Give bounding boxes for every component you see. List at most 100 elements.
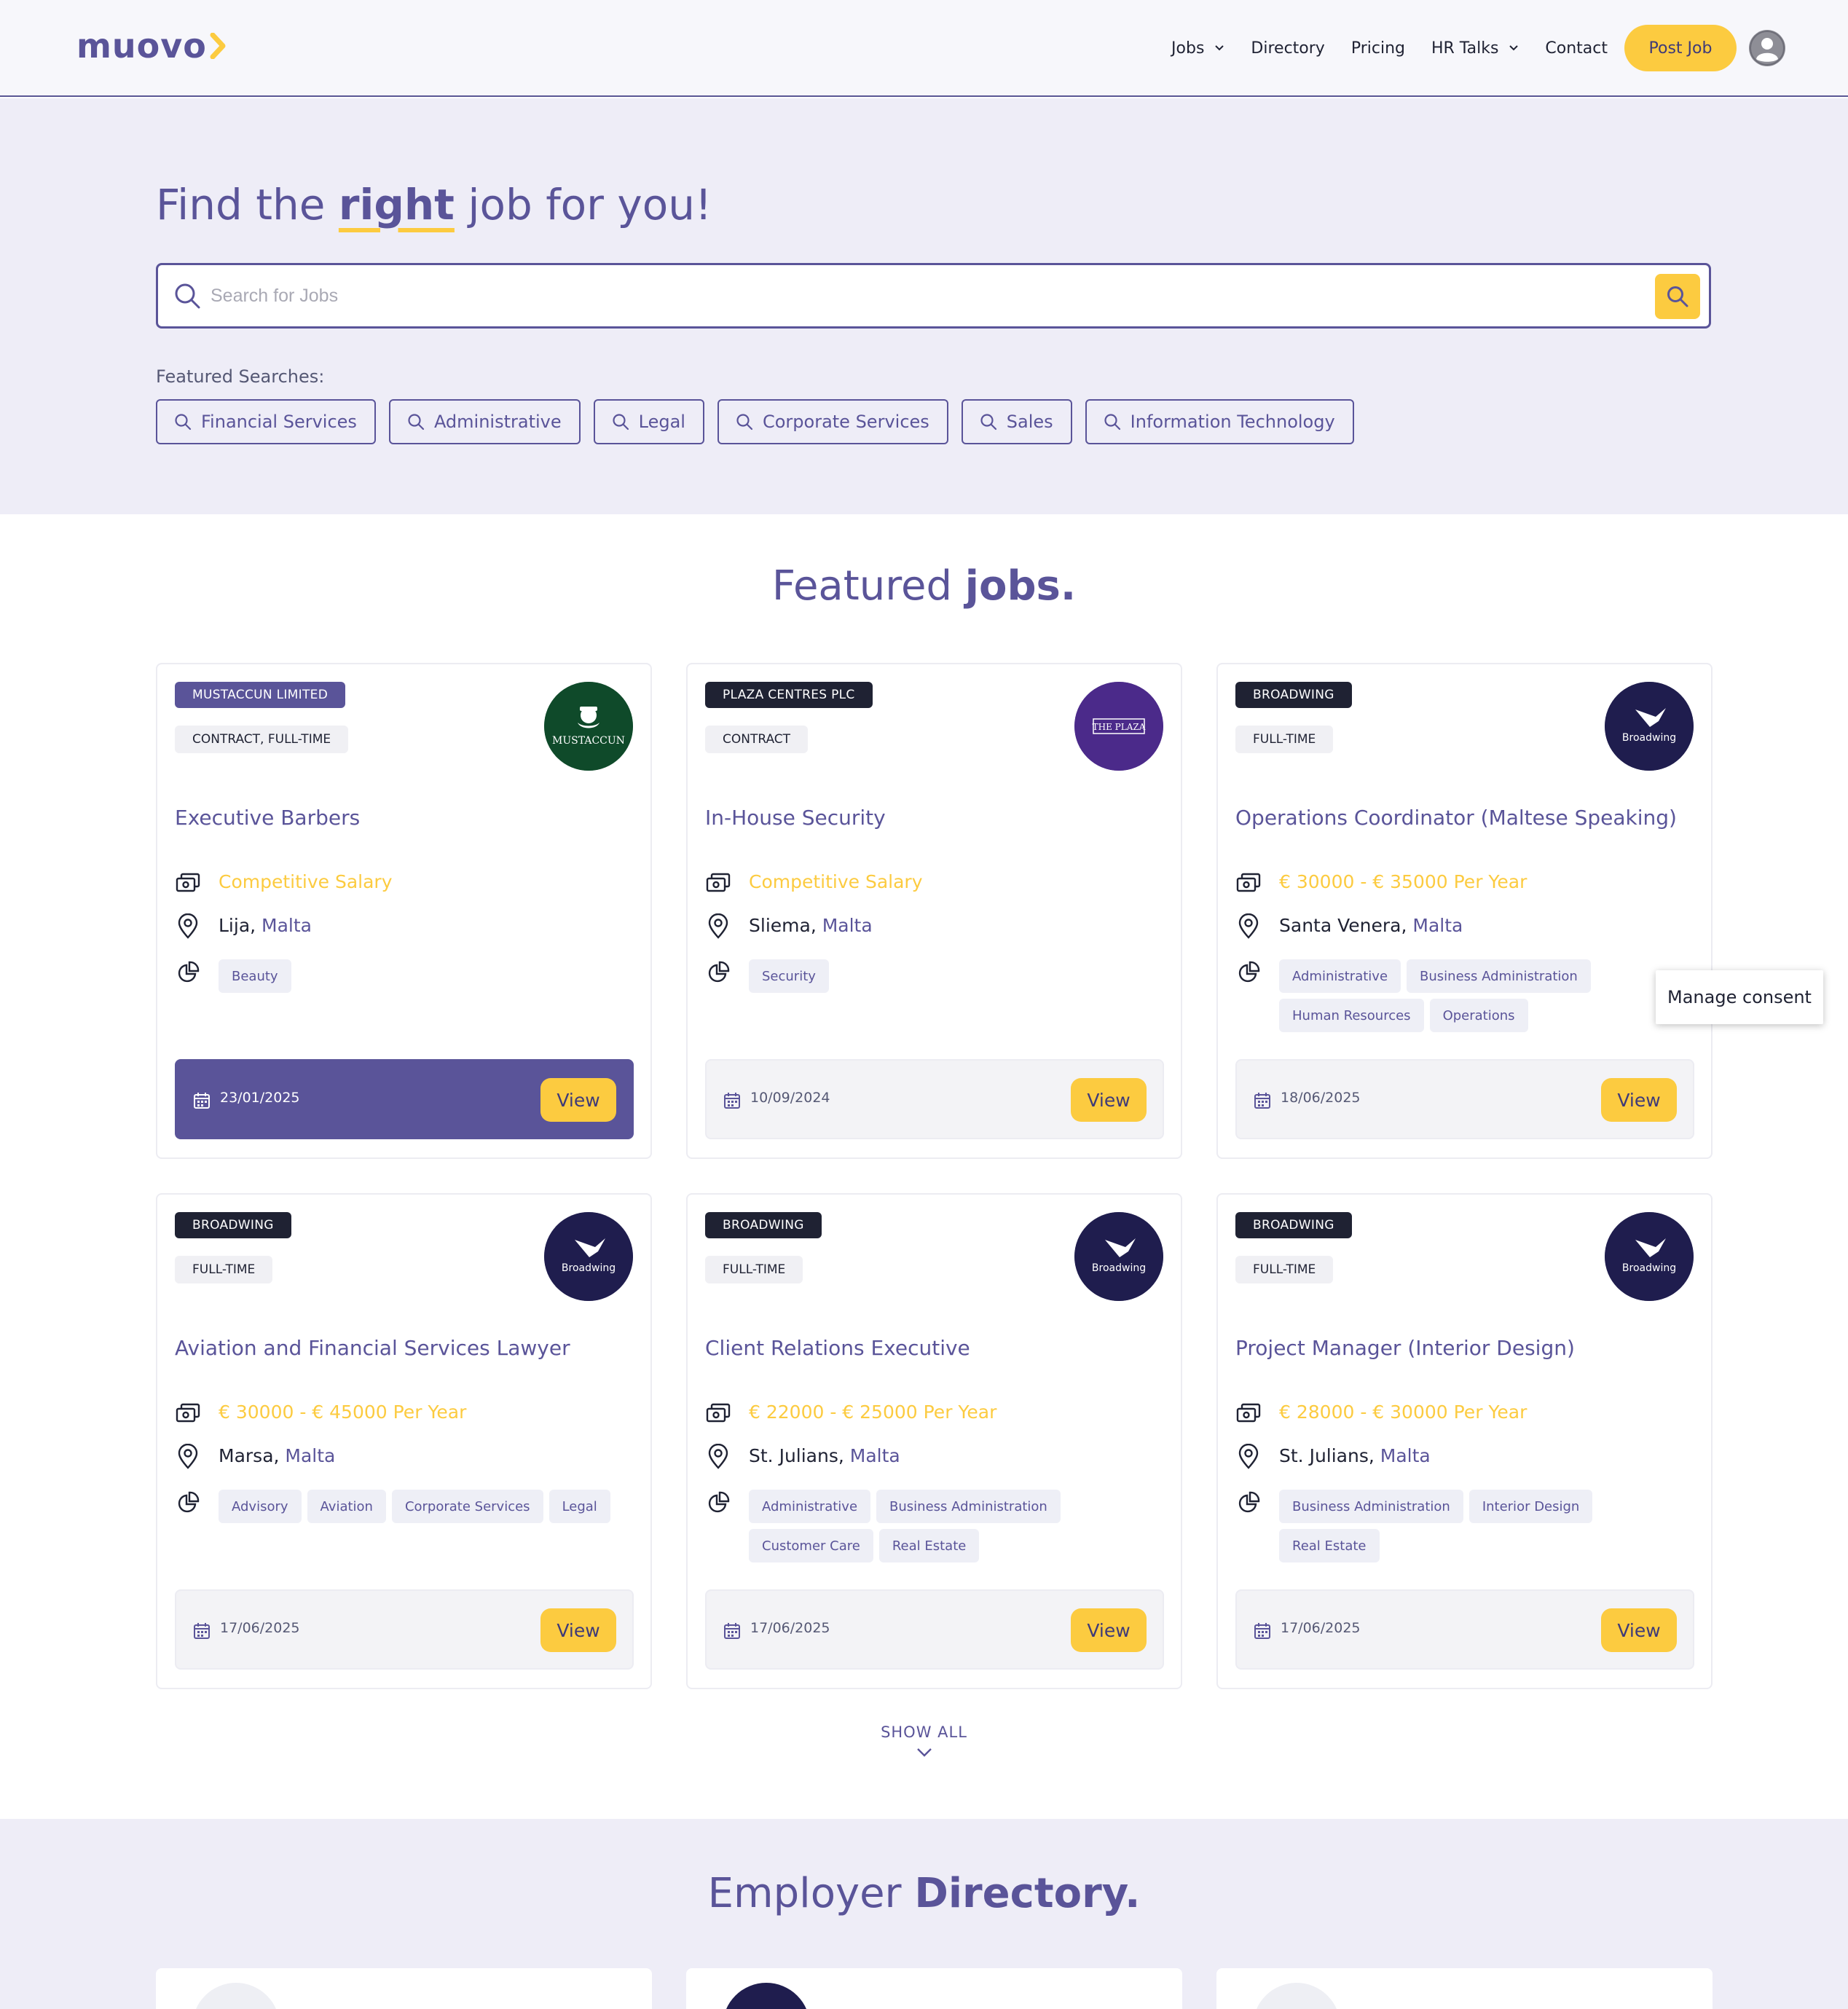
job-title[interactable]: Executive Barbers — [175, 806, 634, 830]
job-salary: € 30000 - € 45000 Per Year — [219, 1401, 467, 1423]
site-header: muovo Jobs Directory Pricing HR Talks Co… — [0, 0, 1848, 97]
category-pie-icon — [1238, 961, 1260, 983]
job-tag[interactable]: Security — [749, 959, 829, 993]
nav-label: Directory — [1251, 39, 1325, 58]
company-logo: MUSTACCUN — [544, 682, 633, 771]
view-job-button[interactable]: View — [1071, 1608, 1147, 1652]
job-tag[interactable]: Interior Design — [1468, 1490, 1593, 1523]
calendar-icon — [194, 1093, 210, 1109]
post-job-button[interactable]: Post Job — [1624, 25, 1737, 71]
job-tag[interactable]: Customer Care — [749, 1529, 873, 1562]
job-date: 17/06/2025 — [750, 1620, 830, 1636]
featured-search-chip[interactable]: Information Technology — [1085, 399, 1354, 444]
job-date: 18/06/2025 — [1281, 1090, 1361, 1106]
employer-card[interactable] — [1216, 1968, 1713, 2009]
user-avatar-icon[interactable] — [1749, 30, 1785, 66]
featured-search-chip[interactable]: Sales — [961, 399, 1072, 444]
company-badge: BROADWING — [1235, 682, 1352, 708]
view-job-button[interactable]: View — [540, 1078, 616, 1122]
job-type-badge: FULL-TIME — [1235, 726, 1334, 753]
job-card[interactable]: BROADWING FULL-TIME Broadwing Operations… — [1216, 663, 1713, 1159]
person-icon — [1750, 31, 1785, 66]
featured-search-chip[interactable]: Financial Services — [156, 399, 376, 444]
job-card[interactable]: BROADWING FULL-TIME Broadwing Client Rel… — [686, 1193, 1182, 1689]
featured-searches-label: Featured Searches: — [156, 366, 325, 387]
job-tags: Advisory Aviation Corporate Services Leg… — [219, 1490, 634, 1523]
nav-item-directory[interactable]: Directory — [1251, 39, 1324, 58]
job-tag[interactable]: Administrative — [749, 1490, 871, 1523]
employer-card[interactable] — [686, 1968, 1182, 2009]
money-icon — [706, 1403, 731, 1423]
job-card[interactable]: MUSTACCUN LIMITED CONTRACT, FULL-TIME MU… — [156, 663, 652, 1159]
nav-item-pricing[interactable]: Pricing — [1351, 39, 1405, 58]
search-icon — [408, 414, 425, 430]
chevron-down-icon[interactable] — [916, 1747, 933, 1758]
job-date: 23/01/2025 — [220, 1090, 300, 1106]
job-tag[interactable]: Human Resources — [1279, 999, 1424, 1032]
employer-card[interactable] — [156, 1968, 652, 2009]
job-tag[interactable]: Legal — [548, 1490, 610, 1523]
location-pin-icon — [1238, 1444, 1259, 1469]
view-job-button[interactable]: View — [540, 1608, 616, 1652]
company-badge: BROADWING — [175, 1212, 291, 1238]
featured-jobs-title: Featured jobs. — [771, 562, 1077, 610]
broadwing-logo-icon: Broadwing — [544, 1212, 633, 1301]
search-icon — [613, 414, 629, 430]
employer-logo — [723, 1983, 810, 2009]
chevron-down-icon — [1509, 45, 1519, 51]
search-input[interactable] — [211, 275, 1595, 316]
manage-consent-button[interactable]: Manage consent — [1656, 970, 1823, 1024]
money-icon — [1236, 873, 1261, 892]
hero-section: Find the right job for you! Featured Sea… — [0, 98, 1848, 514]
job-tag[interactable]: Real Estate — [878, 1529, 980, 1562]
nav-item-hr-talks[interactable]: HR Talks — [1431, 39, 1519, 58]
job-card-footer: 17/06/2025 View — [175, 1589, 634, 1670]
company-logo: Broadwing — [1605, 1212, 1694, 1301]
job-tag[interactable]: Business Administration — [1279, 1490, 1463, 1523]
broadwing-logo-icon: Broadwing — [1605, 1212, 1694, 1301]
view-job-button[interactable]: View — [1601, 1078, 1677, 1122]
job-title[interactable]: Client Relations Executive — [705, 1336, 1164, 1360]
category-pie-icon — [1238, 1491, 1260, 1513]
job-location: St. Julians, Malta — [749, 1445, 900, 1466]
featured-search-chip[interactable]: Legal — [593, 399, 704, 444]
search-icon — [1104, 414, 1120, 430]
job-tag[interactable]: Business Administration — [876, 1490, 1061, 1523]
calendar-icon — [1254, 1623, 1270, 1639]
job-tag[interactable]: Beauty — [219, 959, 291, 993]
job-tag[interactable]: Operations — [1429, 999, 1528, 1032]
job-date: 10/09/2024 — [750, 1090, 830, 1106]
job-tag[interactable]: Real Estate — [1279, 1529, 1380, 1562]
job-tag[interactable]: Aviation — [307, 1490, 386, 1523]
muovo-logo[interactable]: muovo — [76, 24, 227, 68]
job-title[interactable]: In-House Security — [705, 806, 1164, 830]
employer-directory-section: Employer Directory. — [0, 1819, 1848, 2009]
job-tag[interactable]: Corporate Services — [391, 1490, 543, 1523]
show-all-link[interactable]: SHOW ALL — [0, 1723, 1848, 1741]
job-location: Sliema, Malta — [749, 915, 873, 936]
search-submit-button[interactable] — [1655, 274, 1700, 319]
search-icon — [175, 283, 200, 309]
job-title[interactable]: Operations Coordinator (Maltese Speaking… — [1235, 806, 1694, 830]
nav-item-jobs[interactable]: Jobs — [1171, 39, 1224, 58]
job-tag[interactable]: Advisory — [219, 1490, 302, 1523]
calendar-icon — [724, 1623, 740, 1639]
location-pin-icon — [1238, 913, 1259, 939]
featured-search-chip[interactable]: Corporate Services — [717, 399, 948, 444]
featured-search-chip[interactable]: Administrative — [388, 399, 581, 444]
job-tags: Administrative Business Administration C… — [749, 1490, 1164, 1562]
view-job-button[interactable]: View — [1071, 1078, 1147, 1122]
employer-logo — [1253, 1983, 1340, 2009]
job-title[interactable]: Project Manager (Interior Design) — [1235, 1336, 1694, 1360]
job-salary: Competitive Salary — [219, 871, 393, 892]
job-card[interactable]: BROADWING FULL-TIME Broadwing Aviation a… — [156, 1193, 652, 1689]
job-tag[interactable]: Business Administration — [1407, 959, 1591, 993]
job-card[interactable]: PLAZA CENTRES PLC CONTRACT THE PLAZA In-… — [686, 663, 1182, 1159]
view-job-button[interactable]: View — [1601, 1608, 1677, 1652]
job-title[interactable]: Aviation and Financial Services Lawyer — [175, 1336, 634, 1360]
nav-item-contact[interactable]: Contact — [1545, 39, 1608, 58]
job-tag[interactable]: Administrative — [1279, 959, 1401, 993]
job-salary: € 28000 - € 30000 Per Year — [1279, 1401, 1527, 1423]
search-icon — [1667, 286, 1688, 307]
job-card[interactable]: BROADWING FULL-TIME Broadwing Project Ma… — [1216, 1193, 1713, 1689]
